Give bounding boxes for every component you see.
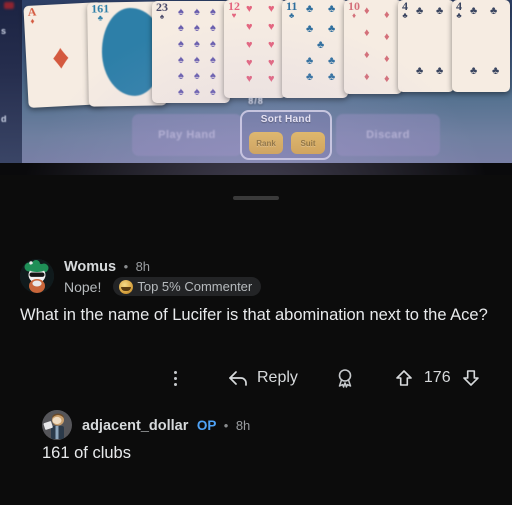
comment-age: 8h — [135, 259, 151, 274]
user-flair: Nope! — [64, 278, 102, 295]
reply-arrow-icon — [229, 371, 247, 386]
comment-action-bar: Reply 176 — [165, 367, 481, 389]
comments-sheet: Womus • 8h Nope! Top 5% Commenter What i… — [0, 175, 512, 505]
sort-by-rank-button[interactable]: Rank — [249, 132, 283, 154]
card-pips: ♣ ♣ ♣ ♣ — [470, 5, 500, 77]
trophy-emoji-icon — [119, 279, 134, 294]
reply-label: Reply — [257, 369, 298, 386]
sheet-drag-handle[interactable] — [233, 196, 279, 200]
upvote-button[interactable] — [394, 368, 414, 388]
vote-count: 176 — [423, 369, 451, 386]
comment-username[interactable]: Womus — [64, 259, 116, 275]
comment-meta: Womus • 8h — [64, 258, 150, 276]
sidebar-text-top: s — [1, 26, 7, 36]
sort-by-suit-button[interactable]: Suit — [291, 132, 325, 154]
playing-card-4-clubs-second[interactable]: 4 ♣ ♣ ♣ ♣ ♣ — [452, 0, 510, 92]
card-pips: ♣ ♣ ♣ ♣ — [416, 5, 444, 77]
avatar[interactable] — [20, 259, 54, 293]
avatar[interactable] — [42, 410, 72, 440]
card-pips: ♣ ♣ ♣ ♣ ♣ ♣ ♣ ♣ ♣ — [306, 3, 336, 83]
playing-card-11-clubs[interactable]: 11 ♣ ♣ ♣ ♣ ♣ ♣ ♣ ♣ ♣ ♣ — [282, 0, 348, 98]
game-screenshot-image: s d A ♦ ♦ 161 ♣ 23 ♠ ♠ ♠ ♠ ♠ ♠ ♠ ♠ ♠ ♠ ♠… — [0, 0, 512, 175]
playing-card-12-hearts[interactable]: 12 ♥ ♥ ♥ ♥ ♥ ♥ ♥ ♥ ♥ ♥ ♥ — [224, 0, 286, 98]
award-icon[interactable] — [334, 367, 356, 389]
comment-body: What in the name of Lucifer is that abom… — [20, 306, 488, 324]
game-left-sidebar: s d — [0, 0, 22, 163]
card-pips: ♠ ♠ ♠ ♠ ♠ ♠ ♠ ♠ ♠ ♠ ♠ ♠ ♠ ♠ ♠ ♠ ♠ ♠ — [178, 6, 216, 98]
play-hand-button[interactable]: Play Hand — [132, 114, 242, 156]
game-letterbox-bar — [0, 163, 512, 175]
meta-separator: • — [123, 259, 129, 274]
card-pips: ♦ ♦ ♦ ♦ ♦ ♦ ♦ ♦ — [364, 5, 390, 85]
playing-card-10-diamonds[interactable]: 10 ♦ ♦ ♦ ♦ ♦ ♦ ♦ ♦ ♦ — [344, 0, 402, 94]
card-corner-label: 161 ♣ — [91, 1, 109, 22]
reply-button[interactable]: Reply — [227, 368, 298, 388]
comment-username[interactable]: adjacent_dollar — [82, 418, 188, 434]
comment-body: 161 of clubs — [42, 444, 131, 462]
playing-card-4-clubs-first[interactable]: 4 ♣ ♣ ♣ ♣ ♣ — [398, 0, 454, 92]
screen: s d A ♦ ♦ 161 ♣ 23 ♠ ♠ ♠ ♠ ♠ ♠ ♠ ♠ ♠ ♠ ♠… — [0, 0, 512, 505]
comment-age: 8h — [235, 418, 251, 433]
sidebar-text-bottom: d — [1, 114, 7, 124]
sort-hand-panel: Sort Hand Rank Suit — [240, 110, 332, 160]
discard-button[interactable]: Discard — [336, 114, 440, 156]
meta-separator: • — [223, 418, 229, 433]
status-badge[interactable]: Top 5% Commenter — [113, 277, 262, 296]
status-badge-label: Top 5% Commenter — [137, 279, 253, 294]
playing-card-23-spades[interactable]: 23 ♠ ♠ ♠ ♠ ♠ ♠ ♠ ♠ ♠ ♠ ♠ ♠ ♠ ♠ ♠ ♠ ♠ ♠ ♠ — [152, 1, 230, 103]
vote-group: 176 — [394, 368, 481, 388]
op-badge: OP — [196, 418, 217, 433]
sidebar-red-indicator — [4, 2, 14, 9]
more-options-icon[interactable] — [165, 370, 185, 386]
card-pips: ♥ ♥ ♥ ♥ ♥ ♥ ♥ ♥ ♥ ♥ — [246, 3, 275, 85]
sort-hand-title: Sort Hand — [260, 114, 312, 125]
comment-flair-row: Nope! Top 5% Commenter — [64, 277, 262, 296]
hand-counter: 8/8 — [248, 96, 264, 106]
comment-meta: adjacent_dollar OP • 8h — [82, 417, 250, 435]
downvote-button[interactable] — [461, 368, 481, 388]
